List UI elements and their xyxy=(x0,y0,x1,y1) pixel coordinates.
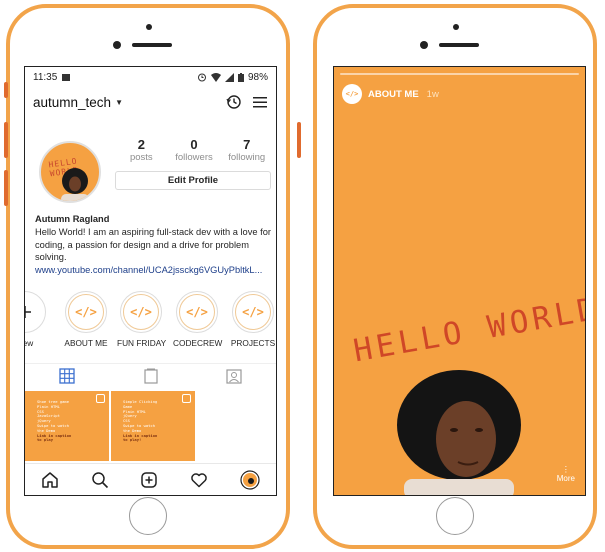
history-icon[interactable] xyxy=(226,94,242,110)
speaker-grille xyxy=(132,43,172,47)
home-button[interactable] xyxy=(129,497,167,535)
gallery-icon xyxy=(62,73,71,81)
carousel-icon xyxy=(96,394,105,403)
story-time: 1w xyxy=(426,88,439,100)
chevron-down-icon[interactable]: ▼ xyxy=(115,98,123,107)
story-portrait xyxy=(397,370,521,495)
highlight-codecrew[interactable]: </> CODECREW xyxy=(173,291,223,348)
stat-label: posts xyxy=(129,152,153,163)
stat-followers[interactable]: 0 followers xyxy=(168,137,221,163)
tagged-icon xyxy=(226,368,242,384)
volume-down-button xyxy=(4,170,8,206)
profile-nav-avatar[interactable] xyxy=(240,469,260,490)
search-icon[interactable] xyxy=(91,471,109,489)
signal-icon xyxy=(224,72,234,82)
code-icon: </> xyxy=(123,294,159,330)
sensor-dot xyxy=(420,41,428,49)
story-avatar-code-icon[interactable]: </> xyxy=(342,84,362,104)
stat-number: 2 xyxy=(137,137,145,152)
code-icon: </> xyxy=(235,294,271,330)
camera-icon xyxy=(453,24,459,30)
highlight-label: PROJECTS xyxy=(230,338,276,348)
carousel-icon xyxy=(182,394,191,403)
profile-stats: 2 posts 0 followers 7 following xyxy=(115,137,273,163)
story-highlights: New </> ABOUT ME </> FUN FRIDAY </> CODE… xyxy=(25,291,276,353)
post-accent-line: to play! xyxy=(123,437,142,443)
code-icon: </> xyxy=(179,294,215,330)
story-progress-bar xyxy=(340,73,579,75)
stat-label: followers xyxy=(175,152,213,163)
grid-icon xyxy=(59,367,75,384)
stat-following[interactable]: 7 following xyxy=(220,137,273,163)
highlight-projects[interactable]: </> PROJECTS xyxy=(229,291,276,348)
highlight-fun-friday[interactable]: </> FUN FRIDAY xyxy=(117,291,167,348)
highlight-about-me[interactable]: </> ABOUT ME xyxy=(62,291,110,348)
bottom-nav xyxy=(25,463,276,495)
username-switcher[interactable]: autumn_tech xyxy=(33,95,111,110)
plus-icon xyxy=(25,306,31,318)
profile-tabs xyxy=(25,363,276,387)
post-tile[interactable]: Shoe tree game Plain HTML CSS JavaScript… xyxy=(25,391,109,461)
stat-label: following xyxy=(228,152,266,163)
code-icon: </> xyxy=(68,294,104,330)
menu-icon[interactable] xyxy=(252,95,268,109)
home-icon[interactable] xyxy=(41,471,59,489)
story-headline: HELLO WORLD xyxy=(350,290,586,370)
post-accent-line: to play xyxy=(37,437,54,443)
new-post-icon[interactable] xyxy=(140,471,158,489)
highlight-new[interactable]: New xyxy=(25,291,49,348)
status-bar: 11:35 98% xyxy=(25,67,276,87)
edit-profile-button[interactable]: Edit Profile xyxy=(115,171,271,190)
camera-icon xyxy=(146,24,152,30)
stat-number: 7 xyxy=(243,137,251,152)
story-screen[interactable]: </> ABOUT ME 1w HELLO WORLD ⋮ More xyxy=(333,66,586,496)
stat-posts[interactable]: 2 posts xyxy=(115,137,168,163)
battery-icon xyxy=(237,72,244,82)
story-title: ABOUT ME xyxy=(368,88,419,100)
speaker-grille xyxy=(439,43,479,47)
posts-grid: Shoe tree game Plain HTML CSS JavaScript… xyxy=(25,391,276,461)
highlight-label: New xyxy=(25,338,34,348)
highlight-label: ABOUT ME xyxy=(64,338,108,348)
power-button xyxy=(297,122,301,158)
igtv-icon xyxy=(143,368,158,384)
highlight-label: CODECREW xyxy=(173,338,223,348)
bio-text: Hello World! I am an aspiring full-stack… xyxy=(35,226,271,263)
profile-screen: 11:35 98% autumn_tech ▼ HELLO WORLD 2 po… xyxy=(24,66,277,496)
heart-icon[interactable] xyxy=(190,471,208,489)
home-button[interactable] xyxy=(436,497,474,535)
profile-bio: Autumn Ragland Hello World! I am an aspi… xyxy=(35,213,275,277)
tab-grid[interactable] xyxy=(25,364,109,387)
stat-number: 0 xyxy=(190,137,198,152)
story-header: </> ABOUT ME 1w xyxy=(342,84,439,104)
battery-percent: 98% xyxy=(247,71,268,83)
profile-link[interactable]: www.youtube.com/channel/UCA2jssckg6VGUyP… xyxy=(35,264,275,277)
post-tile[interactable]: Simple Clicking Game Plain HTML jQuery C… xyxy=(111,391,195,461)
tab-igtv[interactable] xyxy=(109,364,193,387)
more-label: More xyxy=(556,474,575,483)
avatar-portrait xyxy=(61,168,89,201)
more-button[interactable]: ⋮ More xyxy=(557,465,575,483)
mute-switch xyxy=(4,82,8,98)
status-time: 11:35 xyxy=(33,71,58,83)
profile-header: autumn_tech ▼ xyxy=(33,91,268,113)
new-highlight-circle xyxy=(25,291,46,333)
tab-tagged[interactable] xyxy=(192,364,276,387)
alarm-icon xyxy=(197,73,206,82)
more-dots-icon: ⋮ xyxy=(561,465,570,474)
display-name: Autumn Ragland xyxy=(35,214,110,224)
profile-avatar[interactable]: HELLO WORLD xyxy=(39,141,101,203)
volume-up-button xyxy=(4,122,8,158)
sensor-dot xyxy=(113,41,121,49)
highlight-label: FUN FRIDAY xyxy=(117,338,167,348)
wifi-icon xyxy=(210,72,221,82)
